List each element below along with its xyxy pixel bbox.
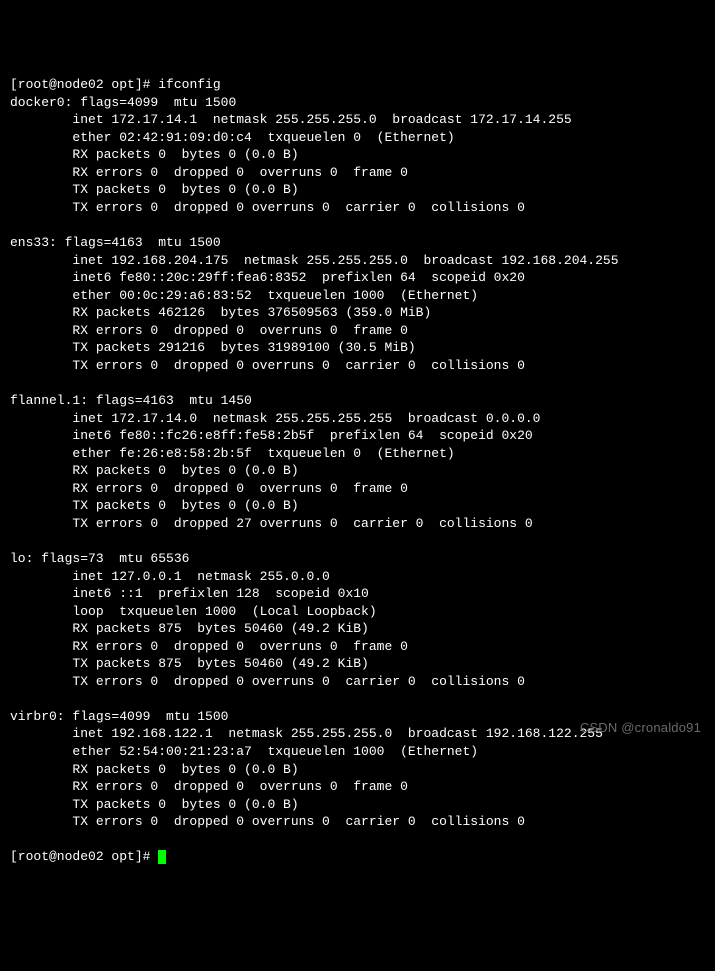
- iface-line: ether 00:0c:29:a6:83:52 txqueuelen 1000 …: [10, 288, 478, 303]
- shell-prompt: [root@node02 opt]#: [10, 77, 158, 92]
- iface-line: inet 127.0.0.1 netmask 255.0.0.0: [10, 569, 330, 584]
- iface-header: flannel.1: flags=4163 mtu 1450: [10, 393, 252, 408]
- iface-line: ether 52:54:00:21:23:a7 txqueuelen 1000 …: [10, 744, 478, 759]
- iface-line: TX errors 0 dropped 27 overruns 0 carrie…: [10, 516, 533, 531]
- iface-line: inet6 fe80::fc26:e8ff:fe58:2b5f prefixle…: [10, 428, 533, 443]
- iface-line: ether fe:26:e8:58:2b:5f txqueuelen 0 (Et…: [10, 446, 455, 461]
- iface-header: virbr0: flags=4099 mtu 1500: [10, 709, 228, 724]
- iface-line: RX packets 0 bytes 0 (0.0 B): [10, 147, 299, 162]
- iface-line: TX errors 0 dropped 0 overruns 0 carrier…: [10, 200, 525, 215]
- iface-line: inet 192.168.122.1 netmask 255.255.255.0…: [10, 726, 603, 741]
- iface-line: RX errors 0 dropped 0 overruns 0 frame 0: [10, 323, 408, 338]
- iface-line: ether 02:42:91:09:d0:c4 txqueuelen 0 (Et…: [10, 130, 455, 145]
- terminal-output[interactable]: [root@node02 opt]# ifconfig docker0: fla…: [10, 76, 705, 866]
- iface-line: TX packets 0 bytes 0 (0.0 B): [10, 182, 299, 197]
- iface-line: RX errors 0 dropped 0 overruns 0 frame 0: [10, 165, 408, 180]
- iface-line: TX packets 0 bytes 0 (0.0 B): [10, 797, 299, 812]
- cursor-icon: [158, 850, 166, 864]
- iface-line: RX errors 0 dropped 0 overruns 0 frame 0: [10, 779, 408, 794]
- iface-line: TX errors 0 dropped 0 overruns 0 carrier…: [10, 814, 525, 829]
- shell-prompt: [root@node02 opt]#: [10, 849, 158, 864]
- iface-line: loop txqueuelen 1000 (Local Loopback): [10, 604, 377, 619]
- iface-header: docker0: flags=4099 mtu 1500: [10, 95, 236, 110]
- iface-line: TX packets 291216 bytes 31989100 (30.5 M…: [10, 340, 416, 355]
- iface-line: RX errors 0 dropped 0 overruns 0 frame 0: [10, 481, 408, 496]
- iface-line: RX packets 0 bytes 0 (0.0 B): [10, 463, 299, 478]
- iface-line: inet 172.17.14.1 netmask 255.255.255.0 b…: [10, 112, 572, 127]
- iface-header: lo: flags=73 mtu 65536: [10, 551, 189, 566]
- iface-line: TX packets 0 bytes 0 (0.0 B): [10, 498, 299, 513]
- iface-line: inet6 fe80::20c:29ff:fea6:8352 prefixlen…: [10, 270, 525, 285]
- iface-line: inet 192.168.204.175 netmask 255.255.255…: [10, 253, 619, 268]
- iface-line: TX packets 875 bytes 50460 (49.2 KiB): [10, 656, 369, 671]
- iface-line: RX packets 875 bytes 50460 (49.2 KiB): [10, 621, 369, 636]
- iface-header: ens33: flags=4163 mtu 1500: [10, 235, 221, 250]
- iface-line: inet 172.17.14.0 netmask 255.255.255.255…: [10, 411, 541, 426]
- iface-line: RX packets 0 bytes 0 (0.0 B): [10, 762, 299, 777]
- iface-line: TX errors 0 dropped 0 overruns 0 carrier…: [10, 358, 525, 373]
- iface-line: TX errors 0 dropped 0 overruns 0 carrier…: [10, 674, 525, 689]
- command-text: ifconfig: [158, 77, 220, 92]
- iface-line: RX errors 0 dropped 0 overruns 0 frame 0: [10, 639, 408, 654]
- watermark: CSDN @cronaldo91: [580, 719, 701, 737]
- iface-line: RX packets 462126 bytes 376509563 (359.0…: [10, 305, 431, 320]
- iface-line: inet6 ::1 prefixlen 128 scopeid 0x10: [10, 586, 369, 601]
